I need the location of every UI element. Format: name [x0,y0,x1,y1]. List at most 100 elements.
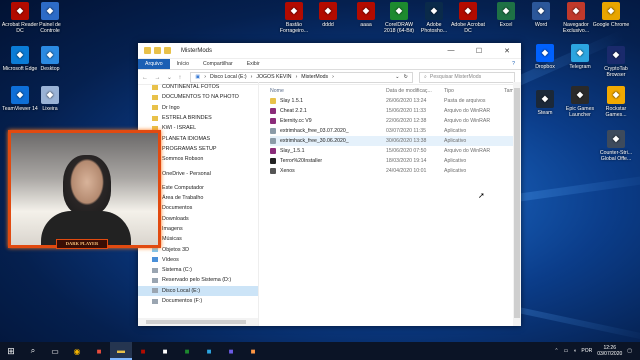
taskbar-app[interactable]: ■ [154,342,176,360]
desktop-shortcut[interactable]: ◆ Navegador Exclusivo... [556,2,596,34]
desktop-shortcut[interactable]: ◆ Counter-Stri... Global Offe... [596,130,636,162]
acrobat-reader-icon: ◆ [11,2,29,20]
nav-item-label: Objetos 3D [162,246,189,253]
file-row[interactable]: Cheat 2.2.1 15/06/2020 11:33 Arquivo do Wi… [270,106,521,116]
volume-icon[interactable]: ◖ [573,348,576,354]
nav-item-label: Sistema (C:) [162,267,192,274]
file-row[interactable]: extrimhack_free_30.06.2020_ 30/06/2020 13… [270,136,521,146]
taskbar-app[interactable]: ■ [242,342,264,360]
coreldraw-icon: ◆ [390,2,408,20]
column-type[interactable]: Tipo [444,88,504,94]
nav-item[interactable]: Vídeos [138,255,258,265]
file-type: Aplicativo [444,128,467,134]
desktop-shortcut[interactable]: ◆ Google Chrome [591,2,631,28]
file-row[interactable]: Eternity.cc V9 22/06/2020 12:38 Arquivo do… [270,116,521,126]
column-name[interactable]: Nome [270,88,386,94]
tab-arquivo[interactable]: Arquivo [138,59,170,69]
file-row[interactable]: Slay 1.5.1 26/06/2020 13:24 Pasta de arqui… [270,96,521,106]
chevron-down-icon[interactable]: ⌄ [395,74,399,80]
drive-icon [152,267,158,273]
desktop-shortcut[interactable]: ◆ dddd [308,2,348,28]
title-bar[interactable]: MisterMods — ☐ ✕ [138,43,521,59]
drive-icon [152,277,158,283]
notification-icon[interactable]: ▢ [627,348,632,354]
nav-item[interactable]: Dr Ingo [138,103,258,113]
folder-icon[interactable] [144,47,151,54]
desktop-shortcut[interactable]: ◆ Lixeira [30,86,70,112]
chevron-up-icon[interactable]: ⌃ [554,348,558,354]
desktop-shortcut-label: Lixeira [42,106,58,112]
forward-icon[interactable]: → [154,75,160,81]
desktop-shortcut[interactable]: ◆ Rockstar Games... [596,86,636,118]
file-row[interactable]: Terror%20Installer 18/03/2020 19:14 Aplica… [270,156,521,166]
breadcrumb-item[interactable]: JOGOS KEVIN [256,74,291,80]
vertical-scrollbar[interactable] [513,82,521,326]
desktop-shortcut-label: Excel [499,22,513,28]
close-button[interactable]: ✕ [493,47,521,55]
chrome-icon[interactable]: ◉ [66,342,88,360]
breadcrumb-item[interactable]: MisterMods [301,74,328,80]
file-name: Slay_1.5.1 [280,148,305,154]
nav-item[interactable]: Disco Local (E:) [138,285,258,296]
desktop-shortcut[interactable]: ◆ Epic Games Launcher [560,86,600,118]
nav-item[interactable]: Reservado pelo Sistema (D:) [138,275,258,285]
nav-item[interactable]: Sistema (C:) [138,265,258,275]
explorer-icon[interactable]: ▬ [110,342,132,360]
language-indicator[interactable]: POR [581,348,592,354]
taskbar-app[interactable]: ■ [198,342,220,360]
file-row[interactable]: extrimhack_free_03.07.2020_ 03/07/2020 11… [270,126,521,136]
new-folder-icon[interactable] [164,47,171,54]
steam-icon: ◆ [536,90,554,108]
start-button[interactable]: ⊞ [0,346,22,357]
desktop-shortcut[interactable]: ◆ CorelDRAW 2018 (64-Bit) [379,2,419,34]
acrobat-icon: ◆ [459,2,477,20]
tab-inicio[interactable]: Início [170,61,196,67]
file-row[interactable]: Slay_1.5.1 15/06/2020 07:50 Arquivo do Win… [270,146,521,156]
minimize-button[interactable]: — [437,47,465,55]
nav-item[interactable]: CONTINENTAL FOTOS [138,82,258,92]
desktop-shortcut[interactable]: ◆ Word [521,2,561,28]
desktop-shortcut[interactable]: ◆ Dropbox [525,44,565,70]
file-explorer-window: MisterMods — ☐ ✕ Arquivo Início Comparti… [138,43,521,326]
mouse-cursor-icon: ➚ [478,191,485,200]
nav-item[interactable]: Documentos (F:) [138,296,258,306]
refresh-icon[interactable]: ↻ [404,74,408,80]
up-icon[interactable]: ↑ [178,75,181,81]
desktop-shortcut-label: Word [534,22,548,28]
desktop-shortcut[interactable]: ◆ Adobe Acrobat DC [448,2,488,34]
desktop-shortcut[interactable]: ◆ Telegram [560,44,600,70]
file-row[interactable]: Xenos 24/04/2020 10:01 Aplicativo [270,166,521,176]
desktop-shortcut[interactable]: ◆ Steam [525,90,565,116]
desktop-shortcut[interactable]: ◆ Desktop [30,46,70,72]
taskbar-app[interactable]: ■ [132,342,154,360]
file-name-cell: extrimhack_free_30.06.2020_ [270,138,386,144]
recent-locations-icon[interactable]: ⌄ [167,75,172,81]
nav-item[interactable]: ESTRELA BRINDES [138,113,258,123]
taskbar-app[interactable]: ■ [220,342,242,360]
desktop-shortcut[interactable]: ◆ Excel [486,2,526,28]
nav-item[interactable]: DOCUMENTOS TO NA PHOTO [138,92,258,102]
file-date: 30/06/2020 13:38 [386,138,427,144]
column-date[interactable]: Data de modificaç... [386,88,444,94]
pc-icon: ▣ [195,74,201,80]
horizontal-scrollbar[interactable] [138,318,258,326]
network-icon[interactable]: ▭ [564,348,569,354]
help-button[interactable]: ? [512,61,521,67]
properties-icon[interactable] [154,47,161,54]
breadcrumb[interactable]: ▣ › Disco Local (E:) › JOGOS KEVIN › Mis… [190,71,413,83]
clock[interactable]: 12:26 03/07/2020 [597,345,622,357]
search-icon[interactable]: ⌕ [22,342,44,360]
tab-exibir[interactable]: Exibir [240,61,267,67]
pdf-icon: ◆ [285,2,303,20]
search-input[interactable]: ⌕ Pesquisar MisterMods [419,71,515,83]
back-icon[interactable]: ← [142,75,148,81]
tab-compartilhar[interactable]: Compartilhar [196,61,240,67]
task-view-icon[interactable]: ▭ [44,342,66,360]
taskbar-app[interactable]: ■ [88,342,110,360]
taskbar-app[interactable]: ■ [176,342,198,360]
search-icon: ⌕ [424,73,427,80]
desktop-shortcut[interactable]: ◆ CryptoTab Browser [596,46,636,78]
breadcrumb-item[interactable]: Disco Local (E:) [210,74,247,80]
desktop-shortcut[interactable]: ◆ Painel de Controle [30,2,70,34]
maximize-button[interactable]: ☐ [465,47,493,55]
